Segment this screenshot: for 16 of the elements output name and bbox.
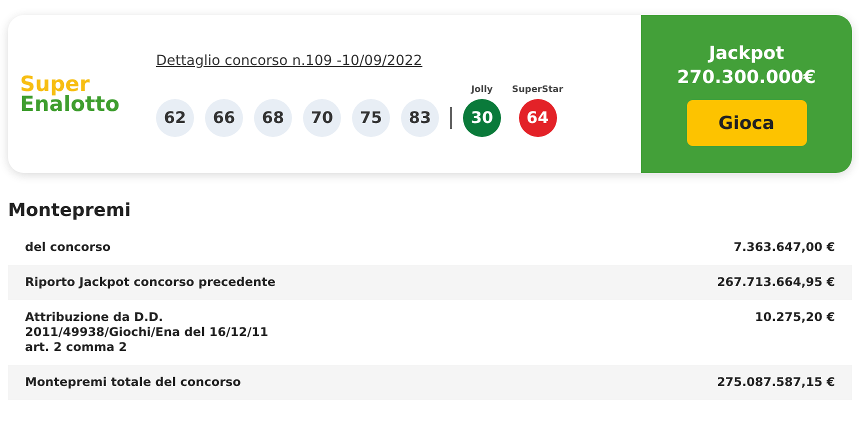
jackpot-amount: 270.300.000€	[677, 66, 816, 90]
ball-label: SuperStar	[512, 84, 564, 97]
row-label: Montepremi totale del concorso	[25, 375, 241, 390]
row-label: Attribuzione da D.D. 2011/49938/Giochi/Ena del 16/12/11 art. 2 comma 2	[25, 310, 268, 355]
jackpot-label: Jackpot	[708, 42, 784, 66]
row-value: 267.713.664,95 €	[716, 275, 835, 290]
row-value: 7.363.647,00 €	[734, 240, 835, 255]
section-title: Montepremi	[8, 199, 132, 223]
row-value: 10.275,20 €	[754, 310, 835, 326]
row-label: del concorso	[25, 240, 111, 255]
ball-label: Jolly	[471, 84, 493, 97]
draw-title[interactable]: Dettaglio concorso n.109 -10/09/2022	[156, 50, 564, 72]
logo: Super Enalotto	[20, 74, 121, 114]
row-label: Riporto Jackpot concorso precedente	[25, 275, 276, 290]
row-value: 275.087.587,15 €	[716, 375, 835, 390]
play-button[interactable]: Gioca	[686, 100, 806, 146]
